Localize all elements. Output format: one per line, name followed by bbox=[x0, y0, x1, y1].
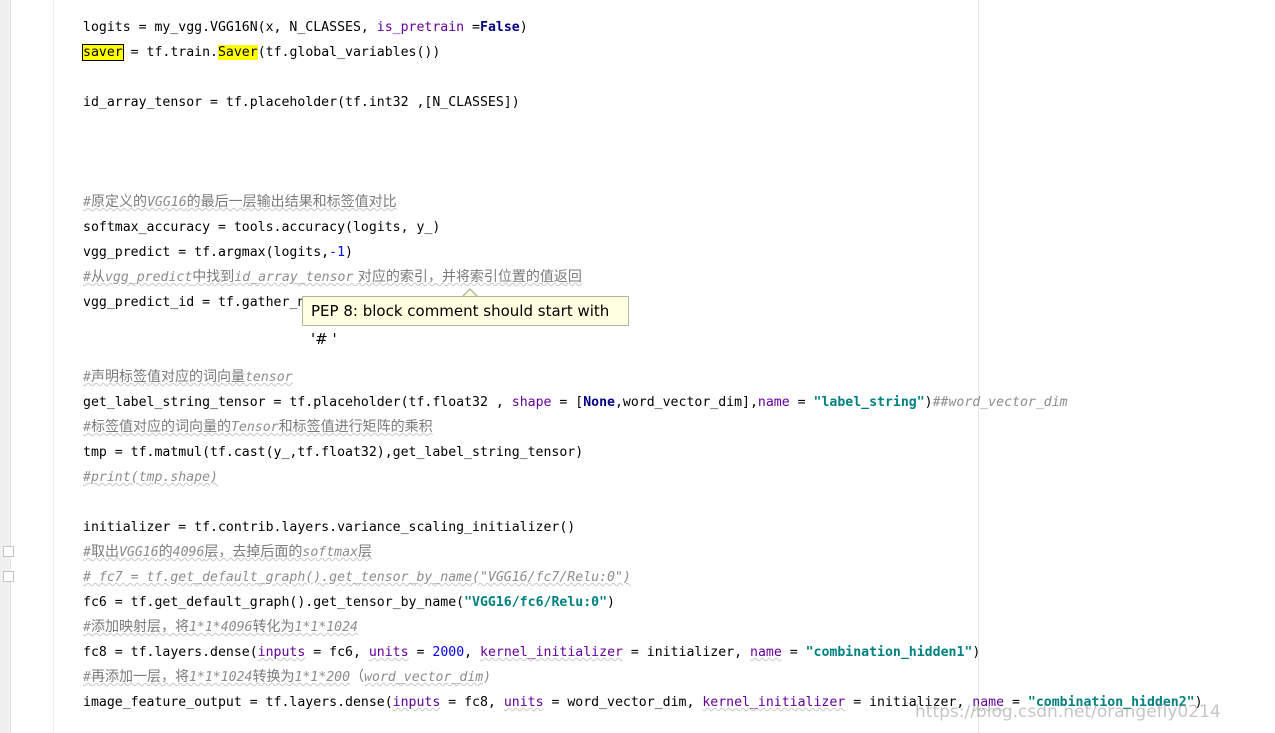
usage-highlight: Saver bbox=[217, 45, 258, 60]
code-line-3: id_array_tensor = tf.placeholder(tf.int3… bbox=[83, 95, 520, 110]
right-margin-guide bbox=[978, 0, 979, 733]
code-line-17: fc6 = tf.get_default_graph().get_tensor_… bbox=[83, 595, 615, 610]
comment-line: #从vgg_predict中找到id_array_tensor 对应的索引，并将… bbox=[83, 269, 582, 285]
comment-line: #原定义的VGG16的最后一层输出结果和标签值对比 bbox=[83, 194, 397, 210]
watermark: https://blog.csdn.net/orangefly0214 bbox=[915, 702, 1221, 722]
code-line-1: logits = my_vgg.VGG16N(x, N_CLASSES, is_… bbox=[83, 20, 528, 35]
code-line-19: fc8 = tf.layers.dense(inputs = fc6, unit… bbox=[83, 645, 981, 660]
pep8-warning-tooltip: PEP 8: block comment should start with '… bbox=[302, 296, 629, 348]
code-line-6: vgg_predict = tf.argmax(logits,-1) bbox=[83, 245, 353, 260]
comment-line: #添加映射层，将1*1*4096转化为1*1*1024 bbox=[83, 619, 359, 635]
fold-guide-line bbox=[53, 0, 54, 733]
editor-gutter bbox=[0, 0, 11, 733]
comment-line: #print(tmp.shape) bbox=[83, 470, 218, 485]
fold-end-icon[interactable] bbox=[3, 571, 14, 582]
code-line-2: saver = tf.train.Saver(tf.global_variabl… bbox=[82, 44, 441, 61]
comment-line: #再添加一层，将1*1*1024转换为1*1*200（word_vector_d… bbox=[83, 669, 492, 685]
comment-line: # fc7 = tf.get_default_graph().get_tenso… bbox=[83, 570, 631, 585]
fold-collapse-icon[interactable] bbox=[3, 546, 14, 557]
code-line-8: vgg_predict_id = tf.gather_n bbox=[83, 295, 306, 310]
code-line-5: softmax_accuracy = tools.accuracy(logits… bbox=[83, 220, 441, 235]
comment-line: #标签值对应的词向量的Tensor和标签值进行矩阵的乘积 bbox=[83, 419, 433, 435]
comment-line: #声明标签值对应的词向量tensor bbox=[83, 369, 293, 385]
comment-line: #取出VGG16的4096层，去掉后面的softmax层 bbox=[83, 544, 372, 560]
code-line-10: get_label_string_tensor = tf.placeholder… bbox=[83, 395, 1068, 410]
usage-highlight: saver bbox=[82, 44, 124, 61]
code-line-14: initializer = tf.contrib.layers.variance… bbox=[83, 520, 576, 535]
code-line-12: tmp = tf.matmul(tf.cast(y_,tf.float32),g… bbox=[83, 445, 584, 460]
